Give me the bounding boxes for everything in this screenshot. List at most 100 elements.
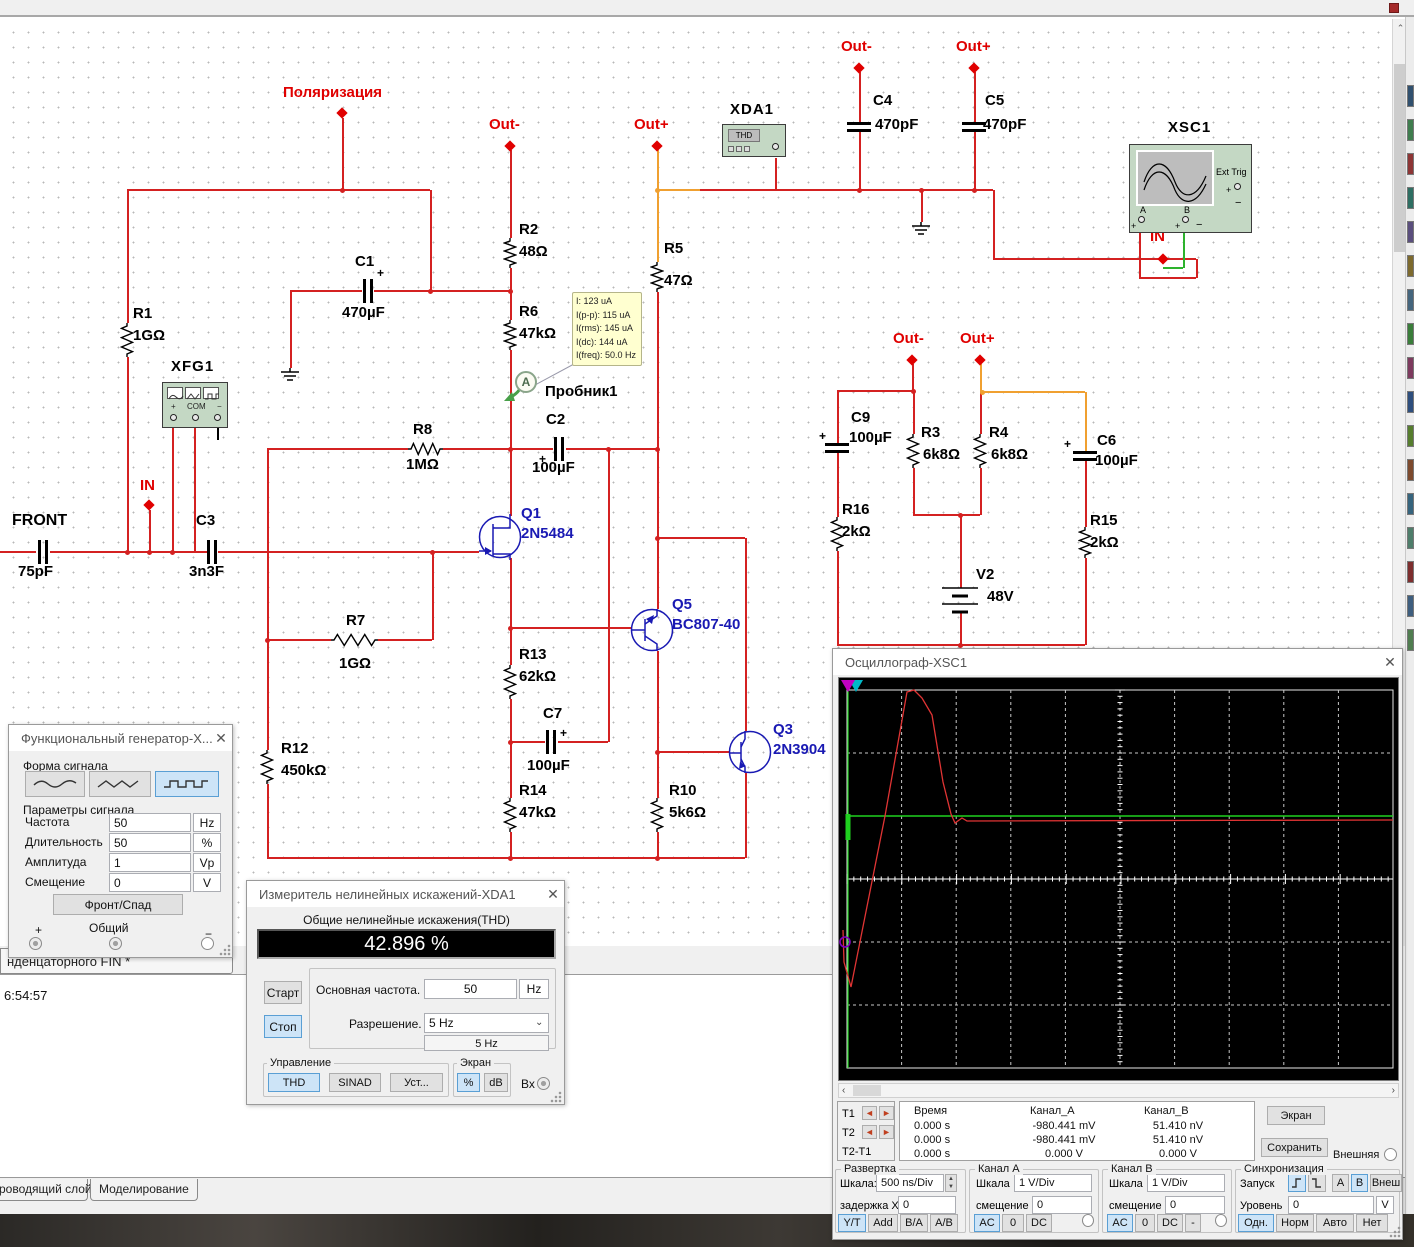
chb-ypos-input[interactable]: 0 [1165,1196,1225,1214]
set-button[interactable]: Уст... [390,1073,443,1092]
instrument-terminal[interactable] [192,414,199,421]
trigger-level-unit[interactable]: V [1376,1196,1394,1214]
current-probe[interactable]: A [515,371,537,393]
fundamental-freq-input[interactable]: 50 [424,979,517,999]
cha-scale-input[interactable]: 1 V/Div [1014,1174,1092,1192]
xda1-instrument[interactable]: THD [722,124,786,157]
cha-coupling-dc[interactable]: DC [1026,1214,1052,1232]
close-icon[interactable]: ✕ [1381,654,1399,672]
capacitor-plate[interactable] [214,540,217,564]
resize-grip[interactable] [550,1091,562,1103]
resolution-select[interactable]: 5 Hz [424,1013,549,1033]
resistor[interactable] [650,798,664,832]
xsc1-instrument[interactable]: Ext Trig+−AB++− [1129,144,1252,233]
chb-coupling-ac[interactable]: AC [1107,1214,1133,1232]
net-label-pin[interactable] [906,354,917,365]
cursor-left-arrow[interactable]: ◄ [862,1106,877,1120]
toolbar-icon[interactable] [1389,3,1399,13]
resistor[interactable] [906,434,920,468]
instrument-icon[interactable] [1407,493,1414,515]
param-input[interactable]: 50 [109,833,191,852]
timebase-xpos-input[interactable]: 0 [898,1196,956,1214]
timebase-mode-ab[interactable]: A/B [930,1214,958,1232]
instrument-icon[interactable] [1407,85,1414,107]
square-wave-button[interactable] [155,771,219,797]
param-input[interactable]: 1 [109,853,191,872]
net-label-pin[interactable] [336,107,347,118]
input-terminal[interactable] [537,1077,550,1090]
spinner[interactable]: ▲▼ [945,1174,957,1192]
npn-transistor[interactable] [727,729,773,775]
resize-grip[interactable] [219,944,231,956]
instrument-icon[interactable] [1407,527,1414,549]
cursor-right-arrow[interactable]: ► [879,1125,894,1139]
instrument-icon[interactable] [1407,561,1414,583]
screen-reverse-button[interactable]: Экран [1267,1106,1325,1125]
instrument-icon[interactable] [1407,221,1414,243]
net-label-pin[interactable] [853,62,864,73]
instruments-toolbar[interactable] [1405,17,1414,1214]
resistor[interactable] [331,633,378,647]
stop-button[interactable]: Стоп [264,1015,302,1038]
scrollbar-thumb[interactable] [853,1085,881,1096]
cha-coupling-ac[interactable]: AC [974,1214,1000,1232]
resistor[interactable] [408,442,443,456]
pnp-transistor[interactable] [629,607,675,653]
chb-scale-input[interactable]: 1 V/Div [1147,1174,1225,1192]
resistor[interactable] [503,665,517,699]
resistor[interactable] [1078,527,1092,558]
instrument-icon[interactable] [1407,289,1414,311]
trigger-mode-нет[interactable]: Нет [1356,1214,1388,1232]
capacitor-plate[interactable] [962,129,986,132]
trigger-source-внеш[interactable]: Внеш [1370,1174,1402,1192]
start-button[interactable]: Старт [264,981,302,1004]
instrument-icon[interactable] [1407,391,1414,413]
chb-coupling-0[interactable]: 0 [1135,1214,1155,1232]
net-label-pin[interactable] [143,499,154,510]
param-unit[interactable]: % [193,833,221,852]
common-terminal[interactable] [109,937,122,950]
db-button[interactable]: dB [484,1073,508,1092]
timebase-mode-ba[interactable]: B/A [900,1214,928,1232]
trigger-mode-норм[interactable]: Норм [1276,1214,1314,1232]
resistor[interactable] [260,750,274,784]
resize-grip[interactable] [1389,1226,1401,1238]
trigger-source-b[interactable]: B [1351,1174,1368,1192]
net-label-pin[interactable] [504,140,515,151]
instrument-icon[interactable] [1407,187,1414,209]
xfg1-instrument[interactable]: +COM− [162,382,228,428]
instrument-icon[interactable] [1407,153,1414,175]
scroll-right-icon[interactable]: › [1392,1085,1395,1096]
resistor[interactable] [830,517,844,551]
param-input[interactable]: 0 [109,873,191,892]
save-button[interactable]: Сохранить [1261,1138,1328,1157]
close-icon[interactable]: ✕ [212,730,230,748]
timebase-mode-add[interactable]: Add [868,1214,898,1232]
external-trigger-radio[interactable] [1384,1148,1397,1161]
timebase-mode-yt[interactable]: Y/T [838,1214,866,1232]
trigger-falling-edge-icon[interactable] [1308,1174,1326,1192]
sine-wave-button[interactable] [25,771,85,797]
capacitor-plate[interactable] [962,122,986,125]
cursor-right-arrow[interactable]: ► [879,1106,894,1120]
instrument-icon[interactable] [1407,323,1414,345]
capacitor-plate[interactable] [847,122,871,125]
resistor[interactable] [650,262,664,292]
trigger-mode-авто[interactable]: Авто [1316,1214,1354,1232]
channel-a-terminal[interactable] [1138,216,1145,223]
net-label-pin[interactable] [974,354,985,365]
cha-coupling-0[interactable]: 0 [1002,1214,1024,1232]
net-label-pin[interactable] [968,62,979,73]
capacitor-plate[interactable] [45,540,48,564]
capacitor-plate[interactable] [1073,451,1097,454]
param-unit[interactable]: Vp [193,853,221,872]
capacitor-plate[interactable] [553,730,556,754]
minus-terminal[interactable] [201,937,214,950]
instrument-icon[interactable] [1407,595,1414,617]
chb-coupling-dc[interactable]: DC [1157,1214,1183,1232]
battery-symbol[interactable] [938,585,982,615]
edge-button[interactable]: Фронт/Спад [53,894,183,915]
plus-terminal[interactable] [29,937,42,950]
instrument-icon[interactable] [1407,629,1414,651]
param-unit[interactable]: Hz [193,813,221,832]
